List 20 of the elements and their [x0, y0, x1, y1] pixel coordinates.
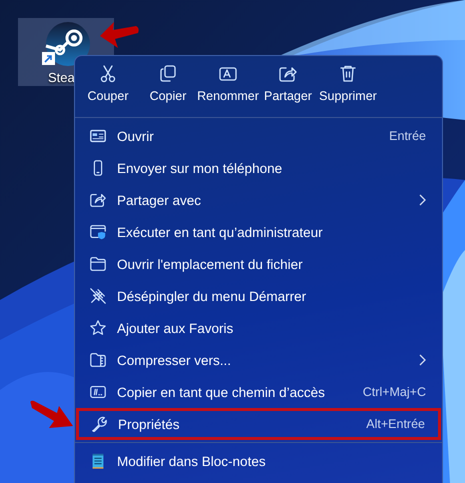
menu-item[interactable]: Copier en tant que chemin d’accès Ctrl+Maj+C	[75, 376, 442, 408]
toolbar-button[interactable]: Partager	[259, 64, 317, 115]
menu-item[interactable]: Propriétés Alt+Entrée	[76, 408, 441, 440]
menu-item[interactable]: Modifier dans Bloc-notes	[75, 445, 442, 477]
toolbar-button[interactable]: Couper	[79, 64, 137, 115]
menu-item[interactable]: Envoyer sur mon téléphone	[75, 152, 442, 184]
shortcut-text: Alt+Entrée	[366, 417, 425, 431]
menu-item[interactable]: Compresser vers...	[75, 344, 442, 376]
toolbar-button[interactable]: Supprimer	[319, 64, 377, 115]
menu-item[interactable]: Exécuter en tant qu’administrateur	[75, 216, 442, 248]
toolbar-button[interactable]: Copier	[139, 64, 197, 115]
menu-item[interactable]: Ouvrir Entrée	[75, 120, 442, 152]
shortcut-text: Entrée	[389, 129, 426, 143]
menu-item[interactable]: Partager avec	[75, 184, 442, 216]
menu-item[interactable]: Désépingler du menu Démarrer	[75, 280, 442, 312]
icon-label: Stea	[48, 70, 75, 85]
menu-item[interactable]: Ouvrir l'emplacement du fichier	[75, 248, 442, 280]
menu-item[interactable]: Ajouter aux Favoris	[75, 312, 442, 344]
toolbar-button[interactable]: Renommer	[199, 64, 257, 115]
shortcut-text: Ctrl+Maj+C	[362, 385, 426, 399]
